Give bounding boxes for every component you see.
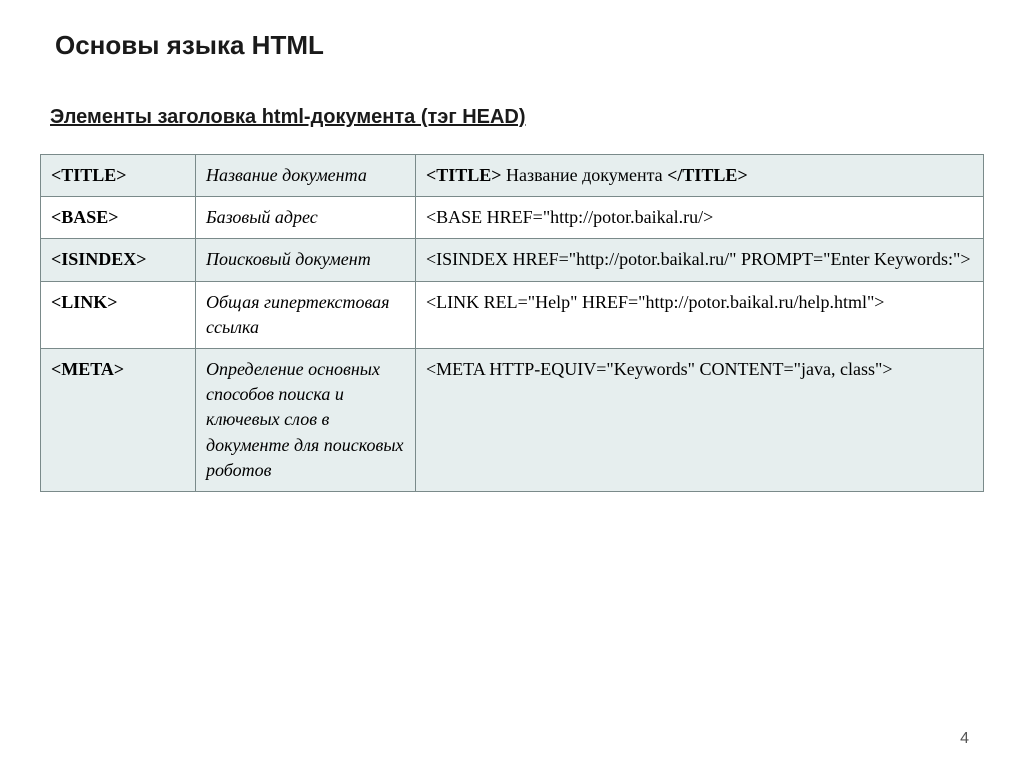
example-cell: <LINK REL="Help" HREF="http://potor.baik… xyxy=(416,281,984,348)
tag-cell: <META> xyxy=(41,348,196,491)
head-elements-table: <TITLE> Название документа <TITLE> Назва… xyxy=(40,154,984,492)
example-cell: <ISINDEX HREF="http://potor.baikal.ru/" … xyxy=(416,239,984,281)
example-open-tag: <TITLE> xyxy=(426,165,502,185)
subtitle: Элементы заголовка html-документа (тэг H… xyxy=(50,106,984,129)
desc-cell: Название документа xyxy=(196,155,416,197)
example-text: Название документа xyxy=(502,165,668,185)
desc-cell: Определение основных способов поиска и к… xyxy=(196,348,416,491)
tag-cell: <ISINDEX> xyxy=(41,239,196,281)
tag-cell: <TITLE> xyxy=(41,155,196,197)
example-cell: <BASE HREF="http://potor.baikal.ru/> xyxy=(416,197,984,239)
table-row: <META> Определение основных способов пои… xyxy=(41,348,984,491)
table-row: <BASE> Базовый адрес <BASE HREF="http://… xyxy=(41,197,984,239)
tag-cell: <LINK> xyxy=(41,281,196,348)
example-close-tag: </TITLE> xyxy=(667,165,748,185)
example-cell: <TITLE> Название документа </TITLE> xyxy=(416,155,984,197)
desc-cell: Общая гипертекстовая ссылка xyxy=(196,281,416,348)
page-number: 4 xyxy=(960,730,969,748)
example-cell: <META HTTP-EQUIV="Keywords" CONTENT="jav… xyxy=(416,348,984,491)
table-row: <LINK> Общая гипертекстовая ссылка <LINK… xyxy=(41,281,984,348)
desc-cell: Базовый адрес xyxy=(196,197,416,239)
table-row: <ISINDEX> Поисковый документ <ISINDEX HR… xyxy=(41,239,984,281)
table-row: <TITLE> Название документа <TITLE> Назва… xyxy=(41,155,984,197)
desc-cell: Поисковый документ xyxy=(196,239,416,281)
tag-cell: <BASE> xyxy=(41,197,196,239)
page-title: Основы языка HTML xyxy=(55,30,984,61)
